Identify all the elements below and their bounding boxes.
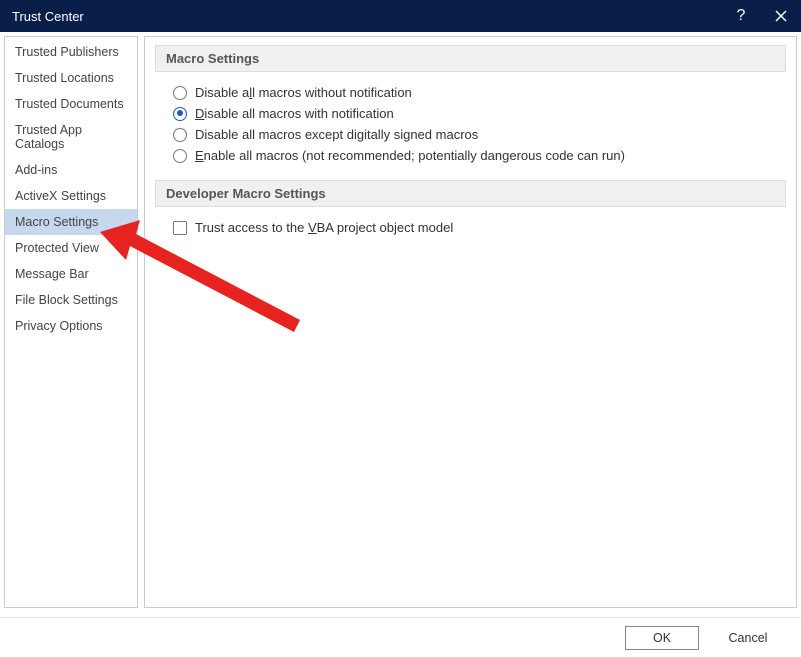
macro-option-enable-all[interactable]: Enable all macros (not recommended; pote…: [173, 145, 768, 166]
help-button[interactable]: ?: [721, 0, 761, 32]
sidebar-item-label: Trusted App Catalogs: [15, 123, 82, 151]
radio-icon: [173, 86, 187, 100]
main-panel: Macro Settings Disable all macros withou…: [144, 36, 797, 608]
sidebar-item-label: Protected View: [15, 241, 99, 255]
sidebar-item-label: Trusted Documents: [15, 97, 124, 111]
titlebar: Trust Center ?: [0, 0, 801, 32]
sidebar-item-label: Add-ins: [15, 163, 57, 177]
option-label: Enable all macros (not recommended; pote…: [195, 148, 625, 163]
radio-icon: [173, 149, 187, 163]
option-label: Disable all macros without notification: [195, 85, 412, 100]
close-button[interactable]: [761, 0, 801, 32]
option-label: Trust access to the VBA project object m…: [195, 220, 453, 235]
window-title: Trust Center: [12, 9, 721, 24]
sidebar-item-trusted-publishers[interactable]: Trusted Publishers: [5, 39, 137, 65]
sidebar-item-message-bar[interactable]: Message Bar: [5, 261, 137, 287]
sidebar-item-label: Macro Settings: [15, 215, 98, 229]
sidebar-item-privacy-options[interactable]: Privacy Options: [5, 313, 137, 339]
cancel-button[interactable]: Cancel: [711, 626, 785, 650]
dialog-footer: OK Cancel: [0, 617, 801, 657]
trust-vba-access[interactable]: Trust access to the VBA project object m…: [173, 217, 768, 238]
sidebar-item-file-block-settings[interactable]: File Block Settings: [5, 287, 137, 313]
sidebar-item-label: Trusted Publishers: [15, 45, 119, 59]
sidebar-item-label: File Block Settings: [15, 293, 118, 307]
macro-option-disable-except-signed[interactable]: Disable all macros except digitally sign…: [173, 124, 768, 145]
checkbox-icon: [173, 221, 187, 235]
macro-option-disable-with-notify[interactable]: Disable all macros with notification: [173, 103, 768, 124]
option-label: Disable all macros except digitally sign…: [195, 127, 478, 142]
macro-option-disable-no-notify[interactable]: Disable all macros without notification: [173, 82, 768, 103]
ok-button[interactable]: OK: [625, 626, 699, 650]
sidebar-item-activex-settings[interactable]: ActiveX Settings: [5, 183, 137, 209]
sidebar-item-macro-settings[interactable]: Macro Settings: [5, 209, 137, 235]
sidebar-item-trusted-locations[interactable]: Trusted Locations: [5, 65, 137, 91]
radio-icon: [173, 107, 187, 121]
sidebar-item-protected-view[interactable]: Protected View: [5, 235, 137, 261]
sidebar-item-label: ActiveX Settings: [15, 189, 106, 203]
macro-options: Disable all macros without notification …: [155, 82, 786, 180]
radio-icon: [173, 128, 187, 142]
close-icon: [775, 10, 787, 22]
sidebar-item-label: Trusted Locations: [15, 71, 114, 85]
sidebar-item-label: Privacy Options: [15, 319, 103, 333]
sidebar-item-trusted-app-catalogs[interactable]: Trusted App Catalogs: [5, 117, 137, 157]
sidebar-item-trusted-documents[interactable]: Trusted Documents: [5, 91, 137, 117]
sidebar: Trusted Publishers Trusted Locations Tru…: [4, 36, 138, 608]
content-area: Trusted Publishers Trusted Locations Tru…: [0, 32, 801, 612]
sidebar-item-label: Message Bar: [15, 267, 89, 281]
macro-settings-header: Macro Settings: [155, 45, 786, 72]
developer-macro-header: Developer Macro Settings: [155, 180, 786, 207]
developer-options: Trust access to the VBA project object m…: [155, 217, 786, 252]
option-label: Disable all macros with notification: [195, 106, 394, 121]
sidebar-item-add-ins[interactable]: Add-ins: [5, 157, 137, 183]
